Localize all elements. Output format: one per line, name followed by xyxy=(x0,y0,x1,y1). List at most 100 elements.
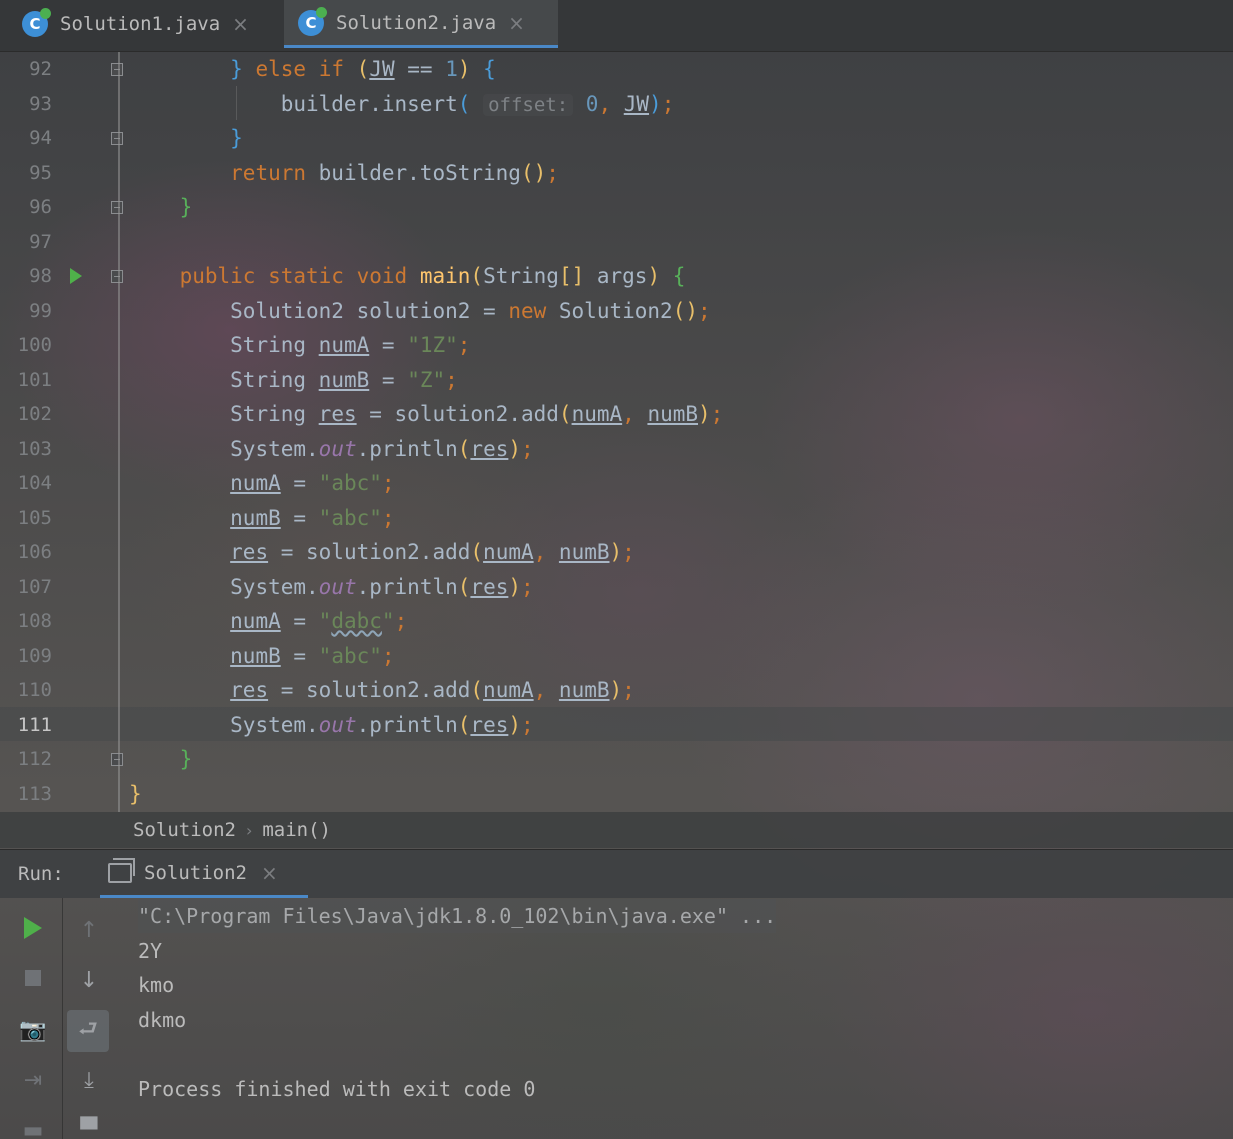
scroll-down-button[interactable]: ↓ xyxy=(73,964,105,996)
line-number: 104 xyxy=(17,472,52,494)
code-line: numB = "abc"; xyxy=(230,643,395,668)
fold-marker-icon[interactable] xyxy=(111,201,123,214)
code-line: String numA = "1Z"; xyxy=(230,333,471,357)
line-number: 103 xyxy=(17,437,52,460)
line-number: 98 xyxy=(29,265,52,287)
line-number: 100 xyxy=(17,334,52,356)
menu-icon: ▬ xyxy=(22,1117,44,1139)
code-line: System.out.println(res); xyxy=(230,574,534,599)
arrow-up-icon: ↑ xyxy=(79,917,99,943)
print-button[interactable]: ▀ xyxy=(73,1114,105,1139)
parameter-hint: offset: xyxy=(483,93,574,116)
code-line: builder.insert( offset: 0, JW); xyxy=(280,91,675,116)
line-number: 94 xyxy=(29,127,52,149)
run-gutter-icon[interactable] xyxy=(70,268,82,284)
line-number: 109 xyxy=(17,644,52,667)
run-toolbar-divider xyxy=(62,898,63,1139)
code-line: public static void main(String[] args) { xyxy=(179,264,686,288)
fold-marker-icon[interactable] xyxy=(111,753,123,766)
code-line: numA = "dabc"; xyxy=(230,609,408,633)
breadcrumb: Solution2 › main() xyxy=(0,812,1233,848)
line-number: 95 xyxy=(29,161,52,184)
scroll-to-end-icon: ⤓ xyxy=(84,1067,94,1093)
stop-icon xyxy=(25,970,41,986)
line-number: 102 xyxy=(17,403,52,425)
tab-solution2[interactable]: C Solution2.java × xyxy=(284,0,558,48)
run-toolbar: ↑ ↓ 📷 ⮐ ⇥ ⤓ ▬ ▀ xyxy=(0,898,118,1139)
code-line-current: System.out.println(res); xyxy=(230,712,534,737)
code-line: } xyxy=(129,781,142,806)
line-number-current: 111 xyxy=(17,713,52,736)
tab-solution1[interactable]: C Solution1.java × xyxy=(0,0,282,48)
rerun-button[interactable] xyxy=(17,912,49,944)
console-line: kmo xyxy=(138,973,175,997)
code-line: numA = "abc"; xyxy=(230,471,395,495)
fold-marker-icon[interactable] xyxy=(111,132,123,145)
login-icon: ⇥ xyxy=(23,1067,43,1093)
run-panel-header: Run: Solution2 × xyxy=(0,849,1233,898)
screenshot-button[interactable]: 📷 xyxy=(17,1014,49,1046)
stop-button[interactable] xyxy=(17,962,49,994)
code-line: numB = "abc"; xyxy=(230,505,395,530)
console-line-command: "C:\Program Files\Java\jdk1.8.0_102\bin\… xyxy=(138,899,777,933)
line-number: 101 xyxy=(17,368,52,391)
run-tab-solution2[interactable]: Solution2 × xyxy=(100,850,308,898)
soft-wrap-button[interactable]: ⮐ xyxy=(67,1010,109,1052)
code-line: } xyxy=(179,747,193,771)
code-line: Solution2 solution2 = new Solution2(); xyxy=(230,298,711,323)
code-line: String res = solution2.add(numA, numB); xyxy=(230,402,724,426)
line-number: 93 xyxy=(29,92,52,115)
console-line: Process finished with exit code 0 xyxy=(138,1076,536,1101)
console-line: 2Y xyxy=(138,938,163,963)
printer-icon: ▀ xyxy=(80,1117,98,1139)
line-number: 107 xyxy=(17,575,52,598)
line-number: 110 xyxy=(17,679,52,701)
line-number-gutter: 92 93 94 95 96 97 98 99 100 101 102 103 … xyxy=(0,52,123,812)
close-icon[interactable]: × xyxy=(261,861,278,885)
line-number: 92 xyxy=(29,58,52,80)
java-class-icon: C xyxy=(298,6,327,36)
scroll-up-button[interactable]: ↑ xyxy=(73,914,105,946)
code-line: return builder.toString(); xyxy=(230,160,559,185)
code-line: } xyxy=(179,195,193,219)
code-line: res = solution2.add(numA, numB); xyxy=(230,540,635,564)
gutter-divider xyxy=(118,52,120,812)
code-editor[interactable]: 92 93 94 95 96 97 98 99 100 101 102 103 … xyxy=(0,52,1233,812)
typo-squiggle: dabc xyxy=(331,609,382,633)
line-number: 108 xyxy=(17,610,52,632)
code-line: } xyxy=(230,126,243,150)
scroll-to-end-button[interactable]: ⤓ xyxy=(73,1064,105,1096)
editor-tab-bar: C Solution1.java × C Solution2.java × xyxy=(0,0,1233,52)
camera-icon: 📷 xyxy=(19,1017,47,1043)
line-number: 112 xyxy=(17,748,52,770)
line-number: 106 xyxy=(17,541,52,563)
fold-marker-icon[interactable] xyxy=(111,270,123,283)
import-button[interactable]: ⇥ xyxy=(17,1064,49,1096)
breadcrumb-method[interactable]: main() xyxy=(262,819,331,841)
play-icon xyxy=(24,917,42,939)
line-number: 105 xyxy=(17,506,52,529)
close-icon[interactable]: × xyxy=(508,11,525,35)
run-panel-title: Run: xyxy=(18,863,64,885)
close-icon[interactable]: × xyxy=(232,12,249,36)
ide-window: C Solution1.java × C Solution2.java × 92… xyxy=(0,0,1233,1139)
console-line: dkmo xyxy=(138,1007,187,1032)
code-line: String numB = "Z"; xyxy=(230,367,458,392)
settings-button[interactable]: ▬ xyxy=(17,1114,49,1139)
line-number: 99 xyxy=(29,299,52,322)
code-line: } else if (JW == 1) { xyxy=(230,57,496,81)
line-number: 113 xyxy=(17,782,52,805)
tab-label: Solution2.java xyxy=(336,11,497,34)
soft-wrap-icon: ⮐ xyxy=(78,1017,98,1042)
line-number: 97 xyxy=(29,230,52,253)
line-number: 96 xyxy=(29,196,52,218)
breadcrumb-class[interactable]: Solution2 xyxy=(133,819,236,841)
run-tab-label: Solution2 xyxy=(144,861,247,884)
java-class-icon: C xyxy=(22,8,51,37)
code-line: res = solution2.add(numA, numB); xyxy=(230,678,635,702)
tab-label: Solution1.java xyxy=(60,13,221,35)
console-icon xyxy=(108,857,135,883)
arrow-down-icon: ↓ xyxy=(79,967,99,993)
code-line: System.out.println(res); xyxy=(230,436,534,461)
fold-marker-icon[interactable] xyxy=(111,63,123,76)
